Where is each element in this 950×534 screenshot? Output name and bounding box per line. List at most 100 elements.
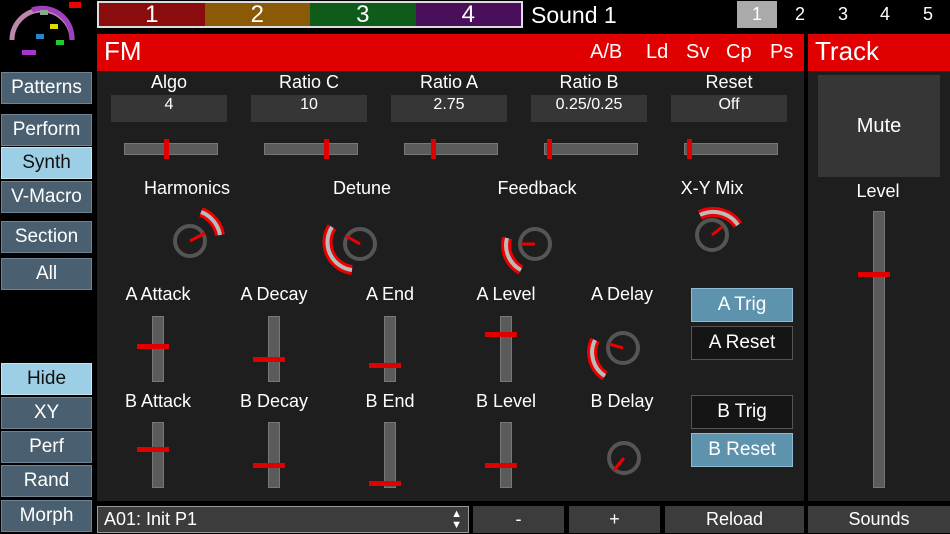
preset-select[interactable]: A01: Init P1 ▲ ▼ [97, 506, 469, 533]
b-row-slider-3[interactable] [485, 422, 517, 488]
pattern-4-button[interactable]: 4 [415, 3, 521, 27]
plus-button[interactable]: + [569, 506, 660, 533]
ab-button[interactable]: A/B [590, 41, 622, 64]
b-row-slider-thumb-2[interactable] [369, 480, 401, 486]
a-delay-knob[interactable] [585, 328, 649, 384]
a-row-label-3: A Level [476, 284, 536, 304]
param-value-0[interactable]: 4 [111, 95, 227, 122]
b-reset-button[interactable]: B Reset [691, 433, 793, 467]
a-row-slider-thumb-3[interactable] [485, 332, 517, 338]
sidebar-hide-button[interactable]: Hide [1, 363, 92, 395]
a-row-slider-thumb-0[interactable] [137, 344, 169, 350]
minus-button[interactable]: - [473, 506, 564, 533]
param-slider-thumb-3[interactable] [546, 139, 552, 159]
sidebar-all-button[interactable]: All [1, 258, 92, 290]
a-row-label-2: A End [365, 284, 415, 304]
track-level-slider[interactable] [858, 211, 890, 488]
app-logo [2, 0, 92, 70]
b-delay-knob[interactable] [600, 434, 648, 482]
save-button[interactable]: Sv [686, 41, 709, 64]
feedback-knob[interactable] [497, 222, 561, 278]
param-value-4[interactable]: Off [671, 95, 787, 122]
b-row-label-4: B Delay [590, 391, 654, 411]
track-title: Track [815, 36, 880, 66]
sidebar-rand-button[interactable]: Rand [1, 465, 92, 497]
paste-button[interactable]: Ps [770, 41, 793, 64]
load-button[interactable]: Ld [646, 41, 668, 64]
a-row-slider-3[interactable] [485, 316, 517, 382]
param-value-3[interactable]: 0.25/0.25 [531, 95, 647, 122]
sound-title: Sound 1 [531, 2, 617, 28]
b-row-label-1: B Decay [239, 391, 309, 411]
a-trig-button[interactable]: A Trig [691, 288, 793, 322]
fm-title: FM [104, 36, 142, 66]
a-row-slider-0[interactable] [137, 316, 169, 382]
param-slider-2[interactable] [404, 139, 498, 159]
param-slider-0[interactable] [124, 139, 218, 159]
track-tab-2[interactable]: 2 [780, 1, 820, 28]
a-reset-button[interactable]: A Reset [691, 326, 793, 360]
b-row-slider-thumb-0[interactable] [137, 447, 169, 453]
param-slider-thumb-1[interactable] [324, 139, 330, 159]
b-row-label-3: B Level [475, 391, 537, 411]
param-label-4: Reset [705, 72, 753, 92]
harmonics-label: Harmonics [143, 178, 231, 198]
sidebar-section-button[interactable]: Section [1, 221, 92, 253]
sidebar-patterns-button[interactable]: Patterns [1, 72, 92, 104]
param-slider-thumb-0[interactable] [164, 139, 170, 159]
track-tab-4[interactable]: 4 [865, 1, 905, 28]
track-level-thumb[interactable] [858, 271, 890, 277]
harmonics-knob[interactable] [165, 205, 229, 265]
b-row-slider-2[interactable] [369, 422, 401, 488]
param-label-0: Algo [150, 72, 188, 92]
param-value-2[interactable]: 2.75 [391, 95, 507, 122]
track-tab-3[interactable]: 3 [823, 1, 863, 28]
reload-button[interactable]: Reload [665, 506, 804, 533]
a-row-label-1: A Decay [240, 284, 308, 304]
param-label-1: Ratio C [278, 72, 340, 92]
track-tab-5[interactable]: 5 [908, 1, 948, 28]
b-row-label-0: B Attack [124, 391, 192, 411]
level-label: Level [856, 181, 900, 201]
a-row-label-0: A Attack [125, 284, 191, 304]
b-row-slider-thumb-1[interactable] [253, 462, 285, 468]
xy-mix-label: X-Y Mix [680, 178, 744, 198]
sidebar-v-macro-button[interactable]: V-Macro [1, 181, 92, 213]
b-row-slider-0[interactable] [137, 422, 169, 488]
copy-button[interactable]: Cp [726, 41, 752, 64]
b-row-slider-1[interactable] [253, 422, 285, 488]
sidebar-synth-button[interactable]: Synth [1, 147, 92, 179]
detune-label: Detune [332, 178, 392, 198]
sidebar-morph-button[interactable]: Morph [1, 500, 92, 532]
sidebar-xy-button[interactable]: XY [1, 397, 92, 429]
param-slider-4[interactable] [684, 139, 778, 159]
sidebar-perform-button[interactable]: Perform [1, 114, 92, 146]
pattern-3-button[interactable]: 3 [310, 3, 416, 27]
track-tab-1[interactable]: 1 [737, 1, 777, 28]
a-row-slider-thumb-2[interactable] [369, 362, 401, 368]
pattern-1-button[interactable]: 1 [99, 3, 205, 27]
feedback-label: Feedback [497, 178, 577, 198]
a-row-slider-thumb-1[interactable] [253, 356, 285, 362]
b-trig-button[interactable]: B Trig [691, 395, 793, 429]
mute-button[interactable]: Mute [818, 75, 940, 177]
param-value-1[interactable]: 10 [251, 95, 367, 122]
param-slider-thumb-4[interactable] [686, 139, 692, 159]
xy-mix-knob[interactable] [690, 205, 754, 261]
param-slider-1[interactable] [264, 139, 358, 159]
a-row-slider-1[interactable] [253, 316, 285, 382]
sidebar-perf-button[interactable]: Perf [1, 431, 92, 463]
select-arrows-icon: ▲ ▼ [451, 508, 462, 531]
a-row-slider-2[interactable] [369, 316, 401, 382]
pattern-2-button[interactable]: 2 [204, 3, 310, 27]
sounds-button[interactable]: Sounds [808, 506, 950, 533]
param-slider-3[interactable] [544, 139, 638, 159]
b-row-label-2: B End [365, 391, 415, 411]
preset-name: A01: Init P1 [104, 509, 198, 529]
detune-knob[interactable] [322, 222, 386, 278]
param-slider-thumb-2[interactable] [431, 139, 437, 159]
a-row-label-4: A Delay [590, 284, 654, 304]
param-label-2: Ratio A [419, 72, 479, 92]
param-label-3: Ratio B [559, 72, 619, 92]
b-row-slider-thumb-3[interactable] [485, 462, 517, 468]
